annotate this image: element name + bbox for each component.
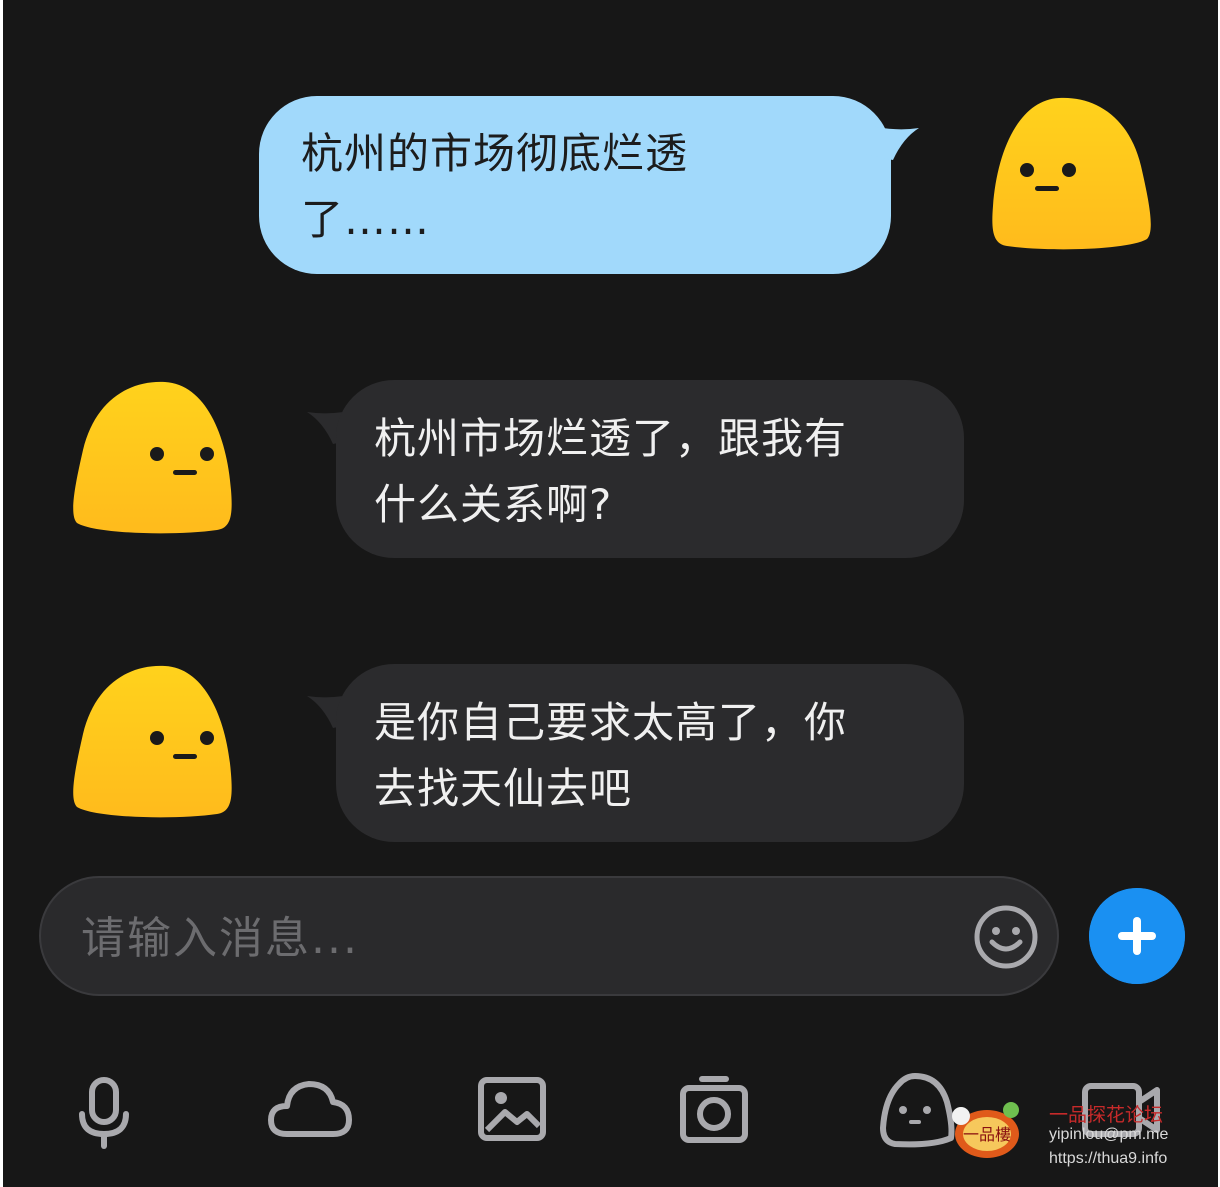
plus-icon[interactable] — [1089, 888, 1185, 984]
message-line: 是你自己要求太高了，你 — [374, 698, 848, 747]
message-line: 杭州的市场彻底烂透 — [301, 129, 689, 178]
cloud-icon[interactable] — [265, 1068, 355, 1152]
avatar-contact[interactable] — [69, 664, 235, 818]
message-input-bar — [39, 876, 1059, 996]
avatar-self[interactable] — [989, 96, 1155, 250]
message-line: 去找天仙去吧 — [374, 764, 633, 813]
bubble-tail — [863, 124, 919, 160]
message-bubble-incoming[interactable]: 杭州市场烂透了，跟我有 什么关系啊? — [336, 380, 964, 558]
watermark-logo: 一品樓 — [952, 1102, 1019, 1158]
message-bubble-outgoing[interactable]: 杭州的市场彻底烂透 了…… — [259, 96, 891, 274]
watermark-url: https://thua9.info — [1049, 1150, 1168, 1167]
camera-icon[interactable] — [669, 1068, 759, 1152]
message-bubble-incoming[interactable]: 是你自己要求太高了，你 去找天仙去吧 — [336, 664, 964, 842]
watermark-title: 一品探花论坛 — [1049, 1105, 1164, 1126]
watermark-email: yipinlou@pm.me — [1049, 1126, 1169, 1143]
message-line: 了…… — [301, 195, 431, 244]
microphone-icon[interactable] — [59, 1068, 149, 1152]
svg-text:一品樓: 一品樓 — [963, 1125, 1011, 1144]
avatar-contact[interactable] — [69, 380, 235, 534]
message-line: 杭州市场烂透了，跟我有 — [374, 414, 848, 463]
message-line: 什么关系啊? — [374, 480, 613, 529]
message-input[interactable] — [79, 902, 963, 974]
image-icon[interactable] — [467, 1068, 557, 1152]
smiley-face-icon[interactable] — [973, 904, 1039, 970]
chat-screen: 杭州的市场彻底烂透 了…… 杭州市场烂透了，跟我有 什么关系啊? 是你自己要求太… — [3, 0, 1218, 1187]
